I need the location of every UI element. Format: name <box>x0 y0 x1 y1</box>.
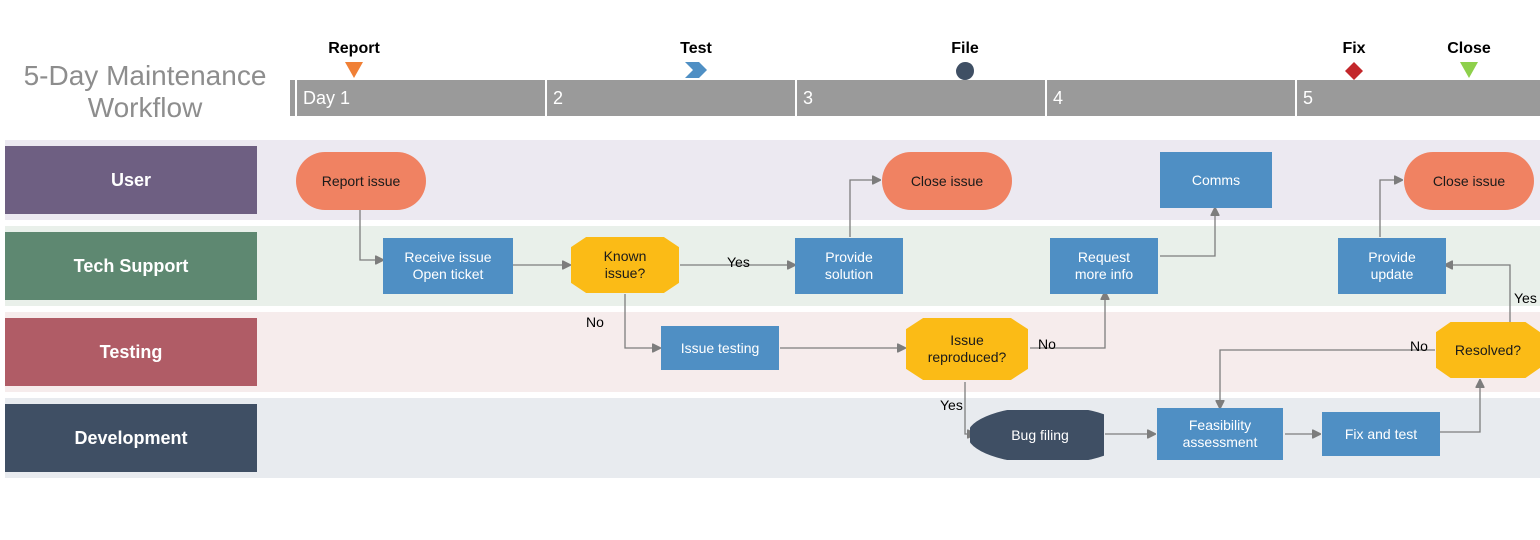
node-label-line1: Known <box>604 248 647 265</box>
timeline-day-1: Day 1 <box>295 80 350 116</box>
node-resolved: Resolved? <box>1436 322 1540 378</box>
node-label: Resolved? <box>1455 342 1521 359</box>
lane-tech: Tech Support <box>5 232 257 300</box>
timeline-day-4: 4 <box>1045 80 1063 116</box>
node-comms: Comms <box>1160 152 1272 208</box>
edge-resolved-yes: Yes <box>1514 290 1537 306</box>
timeline-day-2: 2 <box>545 80 563 116</box>
node-label-line1: Provide <box>1368 249 1415 266</box>
node-request-info: Request more info <box>1050 238 1158 294</box>
lane-dev: Development <box>5 404 257 472</box>
node-report-issue: Report issue <box>296 152 426 210</box>
triangle-down-icon <box>1460 62 1478 78</box>
node-label-line1: Provide <box>825 249 872 266</box>
timeline-day-5: 5 <box>1295 80 1313 116</box>
node-feasibility: Feasibility assessment <box>1157 408 1283 460</box>
node-close-issue-1: Close issue <box>882 152 1012 210</box>
edge-repro-no: No <box>1038 336 1056 352</box>
node-receive: Receive issue Open ticket <box>383 238 513 294</box>
node-label: Fix and test <box>1345 426 1417 443</box>
milestone-close-label: Close <box>1447 40 1491 58</box>
lane-testing: Testing <box>5 318 257 386</box>
node-label-line1: Request <box>1078 249 1130 266</box>
milestone-fix-label: Fix <box>1342 40 1365 58</box>
node-label: Close issue <box>911 173 983 190</box>
node-provide-solution: Provide solution <box>795 238 903 294</box>
milestone-report-label: Report <box>328 40 380 58</box>
timeline-day-3: 3 <box>795 80 813 116</box>
node-label-line2: more info <box>1075 266 1133 283</box>
milestone-test-label: Test <box>680 40 712 58</box>
node-close-issue-2: Close issue <box>1404 152 1534 210</box>
node-reproduced: Issue reproduced? <box>906 318 1028 380</box>
title-line-2: Workflow <box>88 92 203 123</box>
timeline-bar <box>290 80 1540 116</box>
title-line-1: 5-Day Maintenance <box>24 60 267 91</box>
node-label: Close issue <box>1433 173 1505 190</box>
edge-resolved-no: No <box>1410 338 1428 354</box>
node-label: Report issue <box>322 173 401 190</box>
node-label: Bug filing <box>1011 427 1069 444</box>
milestone-file-label: File <box>951 40 979 58</box>
diagram: 5-Day Maintenance Workflow Day 1 2 3 4 5… <box>0 0 1540 540</box>
node-known-issue: Known issue? <box>571 237 679 293</box>
node-provide-update: Provide update <box>1338 238 1446 294</box>
drop-icon <box>956 62 974 80</box>
node-label-line2: Open ticket <box>413 266 484 283</box>
edge-known-yes: Yes <box>727 254 750 270</box>
diamond-icon <box>1345 62 1363 80</box>
node-bug-filing: Bug filing <box>970 410 1104 460</box>
node-label-line1: Feasibility <box>1189 417 1251 434</box>
node-label-line1: Issue <box>950 332 983 349</box>
edge-known-no: No <box>586 314 604 330</box>
node-testing: Issue testing <box>661 326 779 370</box>
node-label: Comms <box>1192 172 1240 189</box>
node-label-line2: reproduced? <box>928 349 1007 366</box>
node-label-line2: assessment <box>1183 434 1258 451</box>
node-fix-test: Fix and test <box>1322 412 1440 456</box>
node-label-line1: Receive issue <box>404 249 491 266</box>
page-title: 5-Day Maintenance Workflow <box>15 60 275 124</box>
chevron-right-icon <box>685 62 707 78</box>
triangle-down-icon <box>345 62 363 78</box>
lane-user: User <box>5 146 257 214</box>
edge-repro-yes: Yes <box>940 397 963 413</box>
node-label-line2: issue? <box>605 265 645 282</box>
node-label-line2: update <box>1371 266 1414 283</box>
node-label: Issue testing <box>681 340 760 357</box>
node-label-line2: solution <box>825 266 873 283</box>
